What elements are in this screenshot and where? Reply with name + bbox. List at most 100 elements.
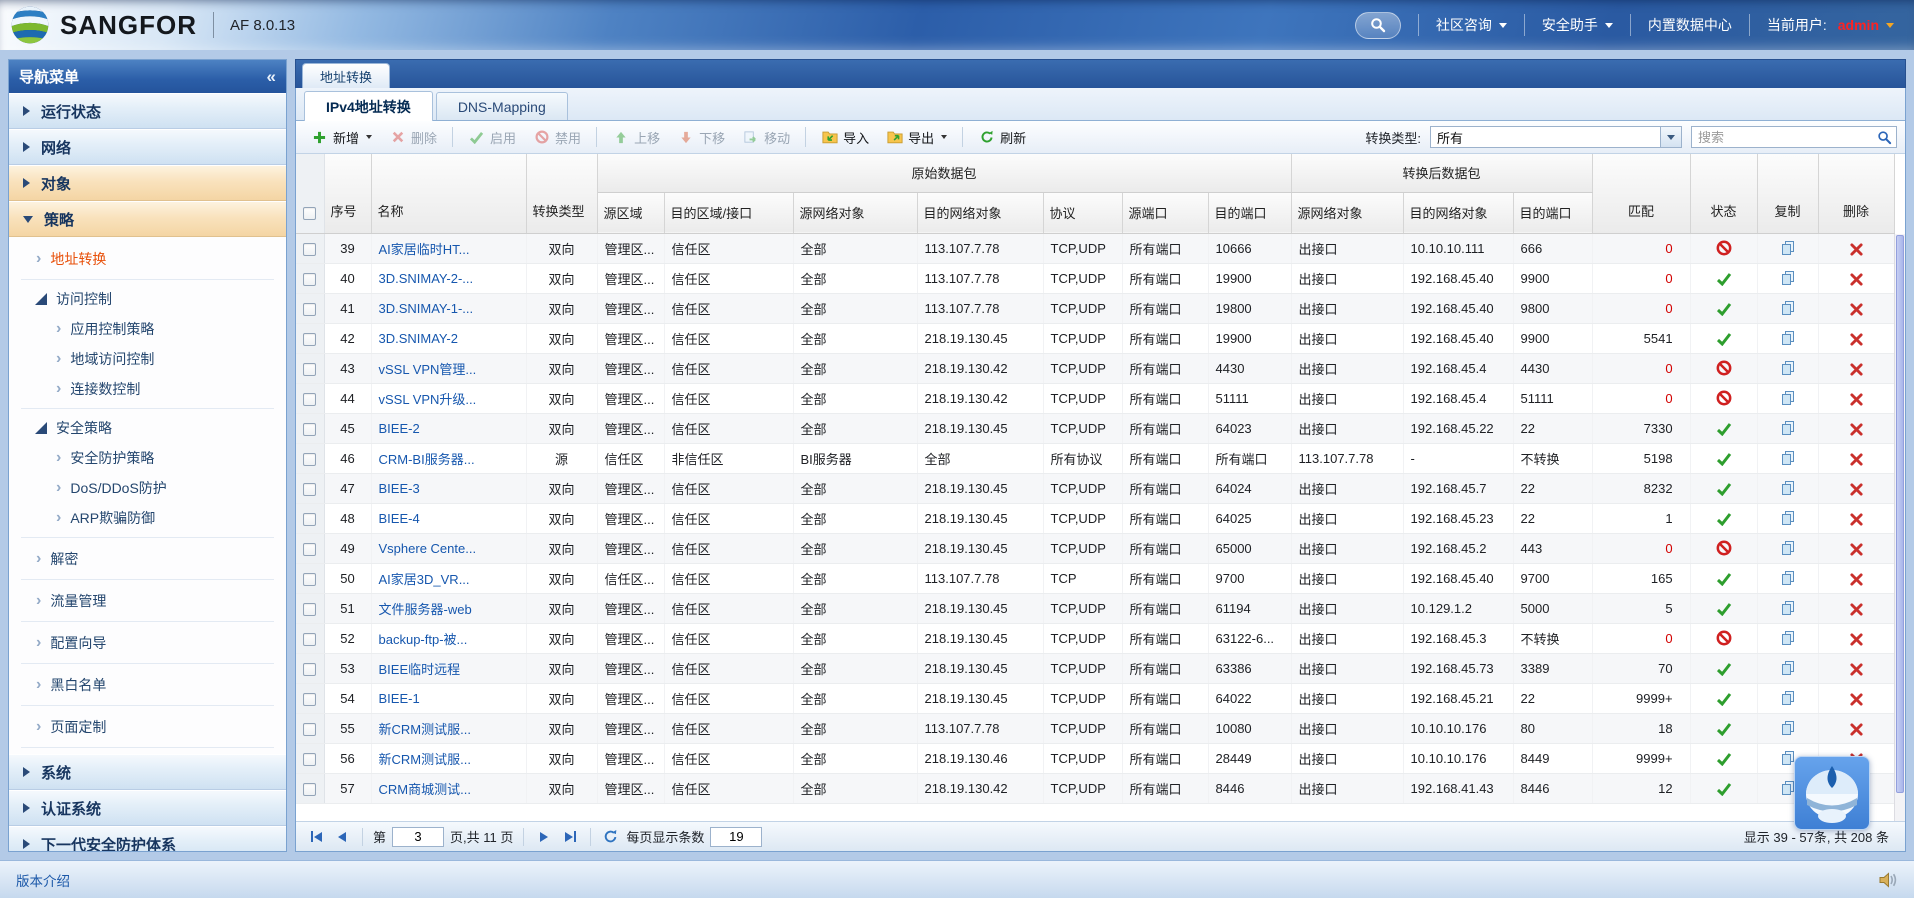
rule-name-link[interactable]: AI家居3D_VR... <box>379 572 470 587</box>
sidebar-item-security-protection-policy[interactable]: › 安全防护策略 <box>9 443 286 473</box>
row-checkbox[interactable] <box>303 752 317 766</box>
row-checkbox[interactable] <box>303 542 317 556</box>
scrollbar-thumb[interactable] <box>1896 235 1904 793</box>
rule-name-link[interactable]: BIEE-4 <box>379 511 420 526</box>
copy-rule-button[interactable] <box>1780 720 1796 736</box>
column-header-src-zone[interactable]: 源区域 <box>597 192 665 234</box>
row-checkbox[interactable] <box>303 722 317 736</box>
column-header-name[interactable]: 名称 <box>371 154 527 234</box>
copy-rule-button[interactable] <box>1780 330 1796 346</box>
copy-rule-button[interactable] <box>1780 270 1796 286</box>
vertical-scrollbar[interactable] <box>1894 234 1905 821</box>
sidebar-group-network[interactable]: 网络 <box>9 129 286 165</box>
row-checkbox[interactable] <box>303 332 317 346</box>
row-checkbox[interactable] <box>303 662 317 676</box>
sidebar-item-geo-access-control[interactable]: › 地域访问控制 <box>9 344 286 374</box>
delete-rule-button[interactable] <box>1849 600 1863 616</box>
tab-dns-mapping[interactable]: DNS-Mapping <box>435 92 568 120</box>
copy-rule-button[interactable] <box>1780 570 1796 586</box>
row-checkbox[interactable] <box>303 692 317 706</box>
sidebar-item-arp-spoofing-defense[interactable]: › ARP欺骗防御 <box>9 503 286 533</box>
row-checkbox[interactable] <box>303 302 317 316</box>
rule-name-link[interactable]: 文件服务器-web <box>379 602 472 617</box>
toolbar-delete-button[interactable]: 删除 <box>382 125 444 150</box>
refresh-page-icon[interactable] <box>603 829 618 844</box>
tab-ipv4-nat[interactable]: IPv4地址转换 <box>304 91 433 121</box>
column-header-src-netobj[interactable]: 源网络对象 <box>793 192 918 234</box>
toolbar-disable-button[interactable]: 禁用 <box>526 125 588 150</box>
toolbar-move-up-button[interactable]: 上移 <box>605 125 667 150</box>
sidebar-group-system[interactable]: 系统 <box>9 754 286 790</box>
copy-rule-button[interactable] <box>1780 690 1796 706</box>
delete-rule-button[interactable] <box>1849 330 1863 346</box>
column-header-translated-dst-netobj[interactable]: 目的网络对象 <box>1403 192 1514 234</box>
rule-name-link[interactable]: BIEE-2 <box>379 421 420 436</box>
sidebar-item-page-customization[interactable]: › 页面定制 <box>9 710 286 743</box>
copy-rule-button[interactable] <box>1780 630 1796 646</box>
column-header-type[interactable]: 转换类型 <box>526 154 598 234</box>
column-header-delete[interactable]: 删除 <box>1818 154 1895 234</box>
first-page-button[interactable] <box>306 827 326 847</box>
rule-name-link[interactable]: vSSL VPN升级... <box>379 392 477 407</box>
delete-rule-button[interactable] <box>1849 240 1863 256</box>
sidebar-group-ngaf-framework[interactable]: 下一代安全防护体系 <box>9 826 286 851</box>
window-tab-nat[interactable]: 地址转换 <box>302 63 391 88</box>
rule-name-link[interactable]: Vsphere Cente... <box>379 541 477 556</box>
row-checkbox[interactable] <box>303 242 317 256</box>
per-page-input[interactable] <box>710 826 763 847</box>
menu-community-consult[interactable]: 社区咨询 <box>1436 15 1507 35</box>
assistant-mascot-widget[interactable] <box>1794 756 1870 830</box>
sidebar-group-policy[interactable]: 策略 <box>9 201 286 237</box>
menu-security-assistant[interactable]: 安全助手 <box>1542 15 1613 35</box>
toolbar-add-button[interactable]: 新增 <box>304 125 379 150</box>
last-page-button[interactable] <box>560 827 580 847</box>
rule-name-link[interactable]: 新CRM测试服... <box>379 722 471 737</box>
delete-rule-button[interactable] <box>1849 390 1863 406</box>
next-page-button[interactable] <box>534 827 554 847</box>
combo-trigger-icon[interactable] <box>1660 127 1681 147</box>
column-header-dst-netobj[interactable]: 目的网络对象 <box>917 192 1044 234</box>
delete-rule-button[interactable] <box>1849 300 1863 316</box>
delete-rule-button[interactable] <box>1849 660 1863 676</box>
copy-rule-button[interactable] <box>1780 360 1796 376</box>
row-checkbox[interactable] <box>303 512 317 526</box>
global-search-button[interactable] <box>1354 11 1401 39</box>
delete-rule-button[interactable] <box>1849 540 1863 556</box>
copy-rule-button[interactable] <box>1780 420 1796 436</box>
rule-name-link[interactable]: 3D.SNIMAY-2 <box>379 331 458 346</box>
search-icon[interactable] <box>1877 130 1892 148</box>
toolbar-move-down-button[interactable]: 下移 <box>670 125 732 150</box>
column-header-status[interactable]: 状态 <box>1690 154 1758 234</box>
row-checkbox[interactable] <box>303 602 317 616</box>
rule-name-link[interactable]: CRM-BI服务器... <box>379 452 475 467</box>
column-header-src-port[interactable]: 源端口 <box>1122 192 1209 234</box>
rule-name-link[interactable]: 3D.SNIMAY-1-... <box>379 301 474 316</box>
sidebar-item-blacklist-whitelist[interactable]: › 黑白名单 <box>9 668 286 701</box>
sidebar-item-security-policy[interactable]: 安全策略 <box>9 413 286 443</box>
copy-rule-button[interactable] <box>1780 300 1796 316</box>
delete-rule-button[interactable] <box>1849 690 1863 706</box>
sidebar-item-traffic-management[interactable]: › 流量管理 <box>9 584 286 617</box>
copy-rule-button[interactable] <box>1780 480 1796 496</box>
delete-rule-button[interactable] <box>1849 570 1863 586</box>
delete-rule-button[interactable] <box>1849 720 1863 736</box>
rule-name-link[interactable]: BIEE临时远程 <box>379 662 461 677</box>
column-header-translated-dst-port[interactable]: 目的端口 <box>1513 192 1593 234</box>
delete-rule-button[interactable] <box>1849 630 1863 646</box>
rule-name-link[interactable]: AI家居临时HT... <box>379 242 470 257</box>
column-header-seq[interactable]: 序号 <box>324 154 372 234</box>
copy-rule-button[interactable] <box>1780 660 1796 676</box>
row-checkbox[interactable] <box>303 452 317 466</box>
sidebar-item-connection-limit[interactable]: › 连接数控制 <box>9 374 286 404</box>
row-checkbox[interactable] <box>303 572 317 586</box>
rule-name-link[interactable]: BIEE-3 <box>379 481 420 496</box>
menu-builtin-data-center[interactable]: 内置数据中心 <box>1648 15 1732 35</box>
sidebar-item-nat[interactable]: › 地址转换 <box>9 242 286 275</box>
row-checkbox[interactable] <box>303 482 317 496</box>
row-checkbox[interactable] <box>303 392 317 406</box>
copy-rule-button[interactable] <box>1780 540 1796 556</box>
delete-rule-button[interactable] <box>1849 450 1863 466</box>
rule-name-link[interactable]: 新CRM测试服... <box>379 752 471 767</box>
column-header-protocol[interactable]: 协议 <box>1043 192 1123 234</box>
rule-name-link[interactable]: vSSL VPN管理... <box>379 362 477 377</box>
